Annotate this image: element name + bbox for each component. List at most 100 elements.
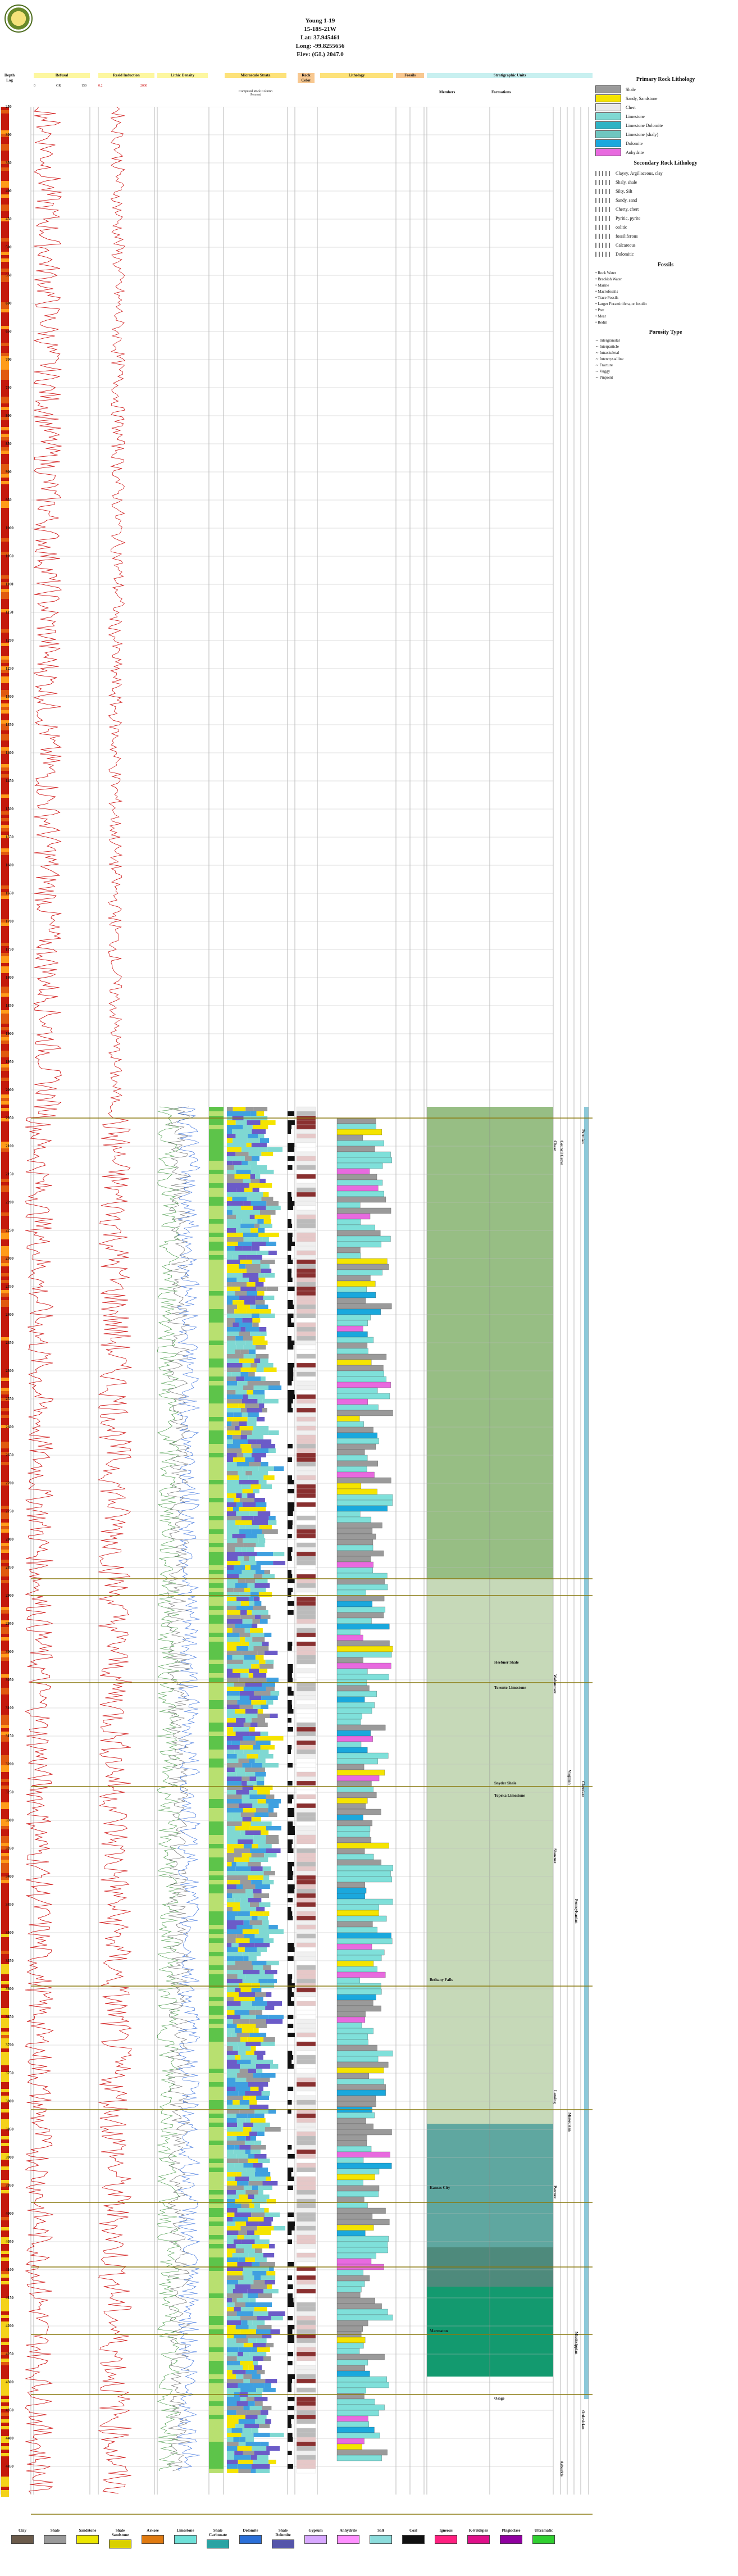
- lithology-strip: [1, 346, 9, 349]
- rock-column-segment: [258, 2293, 272, 2298]
- lithology-strip: [1, 2284, 9, 2288]
- lithology-strip: [1, 1603, 9, 1607]
- lithology-strip: [1, 279, 9, 282]
- rock-column-segment: [243, 2379, 250, 2383]
- bottom-legend-item: Shale Carbonate: [207, 2528, 229, 2548]
- rock-column-segment: [227, 2028, 235, 2033]
- lithology-pattern: [336, 1859, 381, 1866]
- rock-column-segment: [265, 1273, 275, 1278]
- rock-color-cell: [296, 1488, 316, 1494]
- rock-color-cell: [296, 1852, 316, 1858]
- strat-label-marmaton: Marmaton: [430, 2329, 448, 2333]
- rock-column-segment: [227, 1435, 233, 1439]
- rock-column-segment: [260, 1120, 276, 1125]
- rock-color-cell: [296, 1502, 316, 1507]
- rock-color-cell: [296, 2207, 316, 2213]
- rock-color-cell: [296, 1264, 316, 1269]
- rock-column-segment: [244, 1947, 257, 1952]
- lithology-strip: [1, 875, 9, 879]
- rock-column-segment: [243, 1538, 259, 1543]
- rock-column-segment: [249, 1938, 264, 1943]
- rock-column-segment: [251, 1444, 261, 1448]
- rock-column-segment: [235, 2244, 253, 2248]
- micro-strata-segment: [209, 1448, 224, 1453]
- rock-column-segment: [242, 1817, 252, 1821]
- lithology-strip: [1, 2005, 9, 2008]
- lithology-strip: [1, 690, 9, 693]
- rock-color-cell: [296, 2432, 316, 2438]
- lithology-pattern: [336, 1853, 374, 1860]
- lithology-strip: [1, 1637, 9, 1641]
- rock-column-segment: [234, 1898, 241, 1902]
- lithology-strip: [1, 1384, 9, 1388]
- rock-column-segment: [253, 1889, 262, 1893]
- rock-column-segment: [236, 1790, 249, 1794]
- rock-color-cell: [296, 1457, 316, 1462]
- rock-column-segment: [227, 2141, 238, 2145]
- micro-strata-segment: [209, 1538, 224, 1543]
- lithology-strip: [1, 1162, 9, 1165]
- micro-strata-segment: [209, 1260, 224, 1264]
- rock-column-segment: [268, 1448, 276, 1453]
- porosity-legend-item: ∼ Fracture: [595, 363, 613, 367]
- lithology-pattern: [336, 1702, 375, 1709]
- depth-label: 900: [6, 470, 12, 474]
- coal-strip: [288, 2230, 292, 2235]
- lithology-strip: [1, 1529, 9, 1533]
- rock-column-segment: [244, 1628, 250, 1633]
- coal-strip: [288, 1826, 295, 1830]
- rock-color-cell: [296, 1237, 316, 1242]
- rock-column-segment: [253, 1646, 269, 1651]
- lithology-strip: [1, 936, 9, 939]
- rock-column-segment: [232, 2298, 237, 2302]
- rock-column-segment: [227, 1332, 239, 1336]
- lithology-strip: [1, 2160, 9, 2163]
- rock-color-cell: [296, 1870, 316, 1876]
- rock-column-segment: [250, 1628, 263, 1633]
- lithology-pattern: [336, 1561, 373, 1568]
- lithology-strip: [1, 1833, 9, 1836]
- rock-column-segment: [257, 2455, 268, 2460]
- micro-strata-segment: [209, 1911, 224, 1916]
- micro-strata-segment: [209, 1439, 224, 1444]
- lithology-strip: [1, 265, 9, 269]
- micro-strata-segment: [209, 2172, 224, 2177]
- rock-color-cell: [296, 2185, 316, 2191]
- micro-strata-segment: [209, 2262, 224, 2266]
- rock-color-cell: [296, 2073, 316, 2078]
- depth-label: 1150: [6, 610, 13, 615]
- lithology-strip: [1, 1721, 9, 1725]
- coal-strip: [288, 1336, 291, 1341]
- lithology-strip: [1, 2139, 9, 2143]
- rock-column-segment: [238, 2352, 244, 2356]
- rock-column-segment: [254, 2397, 268, 2401]
- lithology-strip: [1, 316, 9, 319]
- coal-strip: [288, 2275, 293, 2280]
- lithology-strip: [1, 909, 9, 912]
- lithology-strip: [1, 1516, 9, 1519]
- rock-column-segment: [227, 1152, 236, 1156]
- rock-column-segment: [241, 1781, 247, 1786]
- micro-strata-segment: [209, 1646, 224, 1651]
- rock-column-segment: [248, 1597, 254, 1601]
- rock-color-cell: [296, 1430, 316, 1435]
- rock-column-segment: [244, 1300, 256, 1305]
- lithology-pattern: [336, 2421, 369, 2428]
- rock-column-segment: [227, 1224, 241, 1228]
- rock-column-segment: [237, 2073, 253, 2078]
- rock-column-segment: [270, 1691, 280, 1696]
- rock-color-cell: [296, 2082, 316, 2087]
- rock-column-segment: [227, 2262, 238, 2266]
- rock-color-cell: [296, 2347, 316, 2352]
- rock-column-segment: [251, 2464, 258, 2469]
- rock-column-segment: [250, 1165, 267, 1170]
- micro-strata-segment: [209, 1403, 224, 1408]
- rock-column-segment: [233, 2046, 239, 2051]
- micro-strata-segment: [209, 2419, 224, 2424]
- rock-column-segment: [246, 1143, 252, 1147]
- rock-column-segment: [249, 1857, 255, 1862]
- rock-column-segment: [248, 1412, 259, 1417]
- lithology-strip: [1, 1411, 9, 1415]
- micro-strata-segment: [209, 1287, 224, 1291]
- micro-strata-segment: [209, 1687, 224, 1691]
